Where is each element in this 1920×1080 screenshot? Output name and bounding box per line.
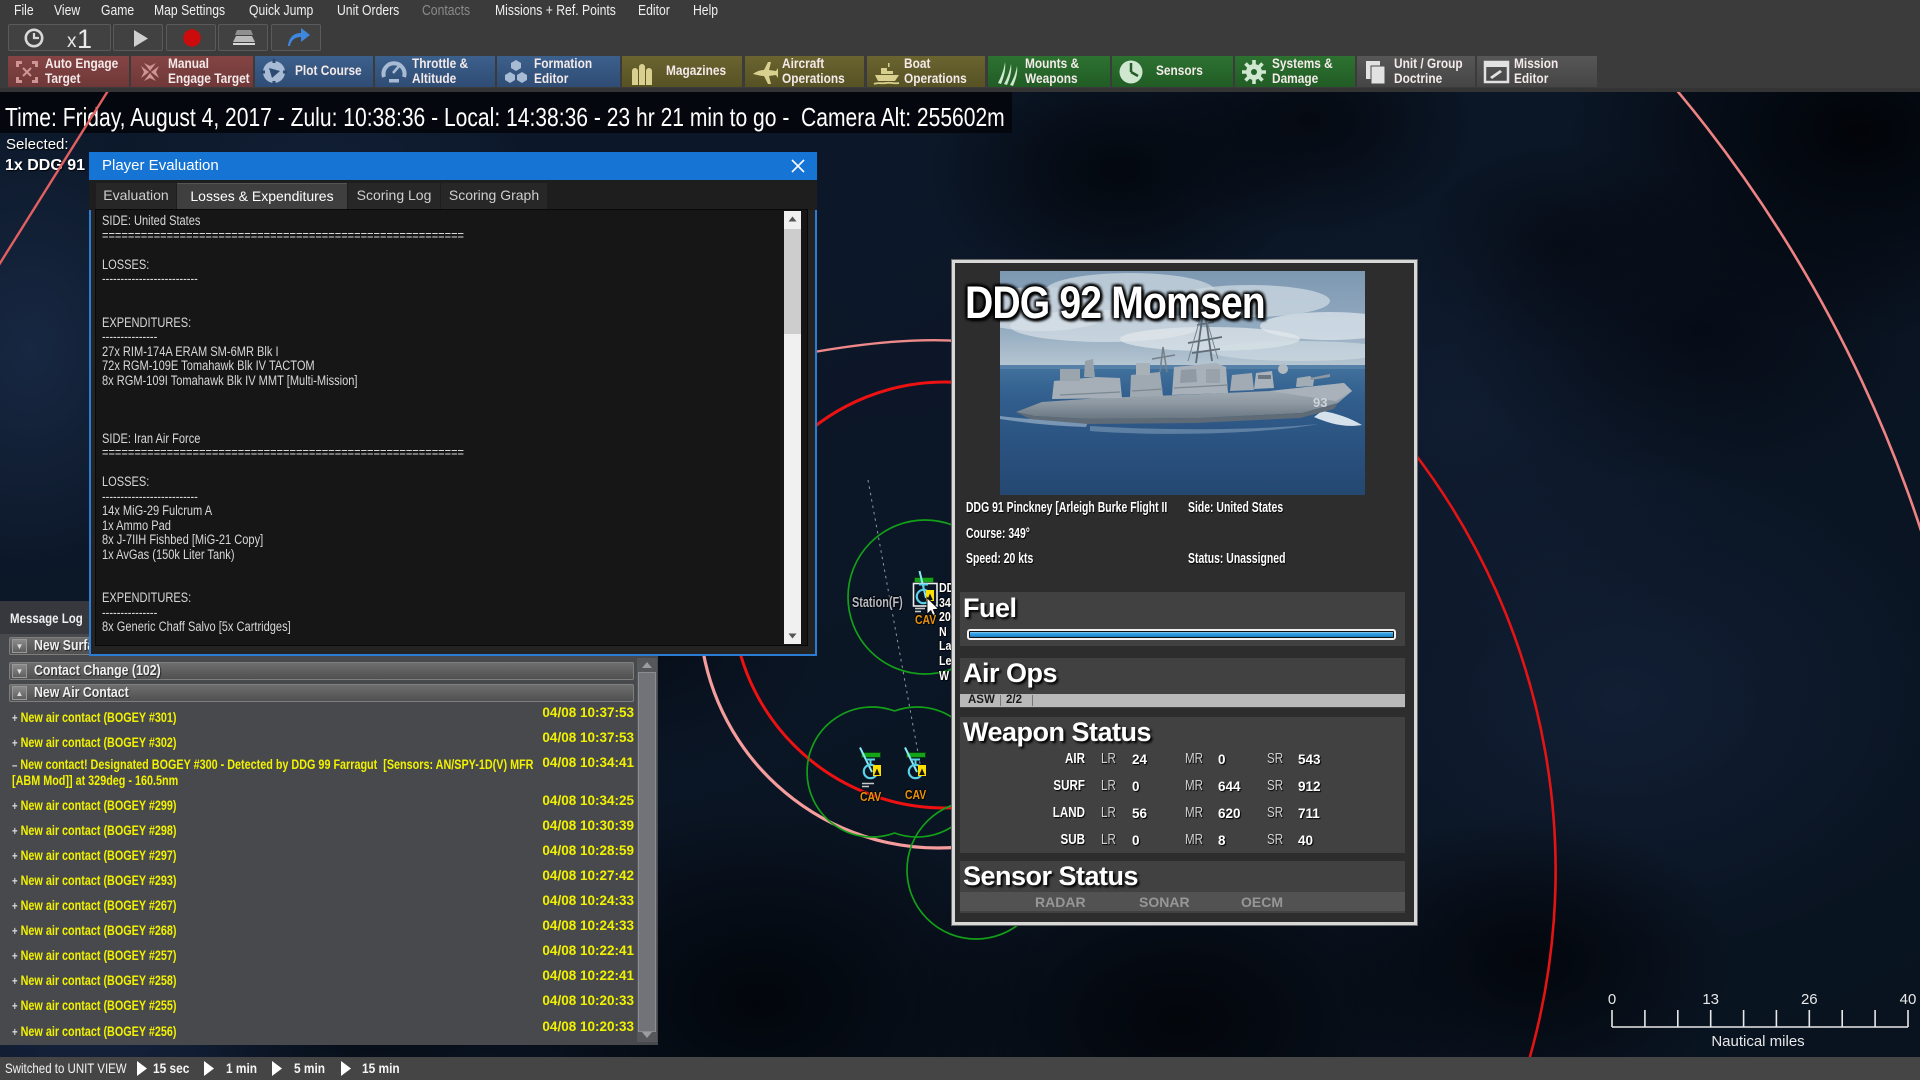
svg-text:1: 1 xyxy=(77,25,92,52)
svg-text:26: 26 xyxy=(1801,991,1818,1008)
svg-text:0: 0 xyxy=(1608,991,1616,1008)
svg-text:x: x xyxy=(67,31,77,52)
svg-text:40: 40 xyxy=(1900,991,1917,1008)
svg-text:Nautical miles: Nautical miles xyxy=(1711,1033,1804,1050)
svg-text:13: 13 xyxy=(1702,991,1719,1008)
svg-text:93: 93 xyxy=(1313,395,1327,410)
